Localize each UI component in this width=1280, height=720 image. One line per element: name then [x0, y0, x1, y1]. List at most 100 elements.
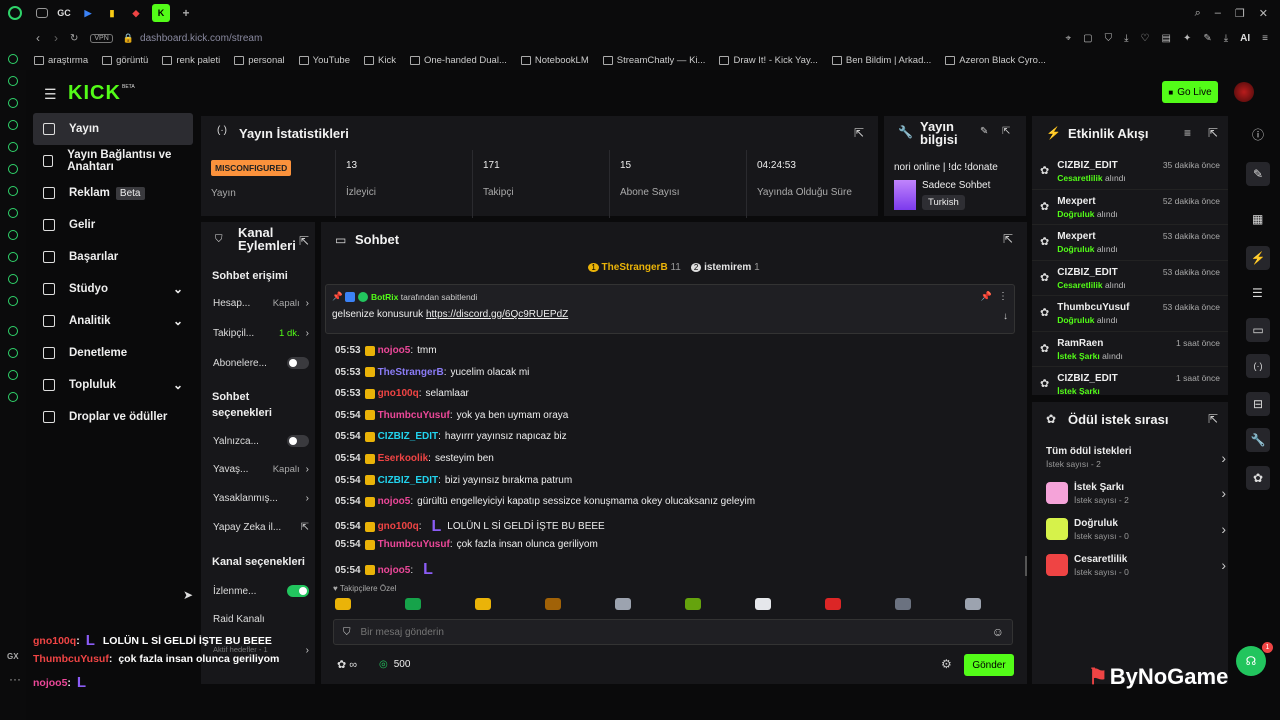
only-toggle[interactable] — [287, 435, 309, 447]
reward-row[interactable]: Doğruluk İstek sayısı - 0 › — [1046, 512, 1226, 546]
sidebar-item[interactable]: Reklam Beta — [33, 177, 193, 209]
snapshot-icon[interactable]: ▢ — [1083, 33, 1092, 44]
menu-icon[interactable]: ≡ — [1262, 33, 1268, 44]
chat-message[interactable]: 05:54 nojoo5: gürültü engelleyiciyi kapatı… — [335, 496, 755, 507]
emote-icon[interactable] — [615, 598, 631, 610]
bookmark-item[interactable]: personal — [234, 55, 285, 66]
send-button[interactable]: Gönder — [964, 654, 1014, 676]
tiktok-icon[interactable] — [8, 252, 18, 262]
chat-message[interactable]: 05:54 CIZBIZ_EDIT: hayırrr yayınsız napıca… — [335, 431, 567, 442]
emote-icon[interactable] — [545, 598, 561, 610]
badge-icon[interactable]: ⛉ — [343, 627, 351, 638]
event-row[interactable]: ✿ Mexpert Doğruluk alındı 53 dakika önce — [1032, 225, 1228, 261]
reward-row[interactable]: İstek Şarkı İstek sayısı - 2 › — [1046, 476, 1226, 510]
emote-icon[interactable] — [685, 598, 701, 610]
ai-button[interactable]: AI — [1240, 33, 1250, 44]
emote-icon[interactable] — [965, 598, 981, 610]
banned-words-row[interactable]: Yasaklanmış... › — [213, 493, 309, 504]
emote-icon[interactable] — [405, 598, 421, 610]
settings-icon[interactable]: ⚙ — [941, 657, 952, 671]
bars-tab-icon[interactable]: ▮ — [104, 5, 120, 21]
emote-icon[interactable] — [895, 598, 911, 610]
expand-icon[interactable]: ↓ — [1003, 311, 1008, 322]
slow-mode-row[interactable]: Yavaş... Kapalı › — [213, 464, 309, 475]
bookmark-item[interactable]: Kick — [364, 55, 396, 66]
event-row[interactable]: ✿ CIZBIZ_EDIT Cesaretlilik alındı 53 dakika… — [1032, 261, 1228, 296]
extensions-icon[interactable]: ✦ — [1183, 33, 1191, 44]
message-user[interactable]: gno100q — [378, 388, 419, 399]
subscriber-toggle[interactable] — [287, 357, 309, 369]
rail-icon[interactable] — [8, 76, 18, 86]
follower-mode-row[interactable]: Takipçil... 1 dk. › — [213, 328, 309, 339]
scrollbar-thumb[interactable] — [1025, 556, 1027, 576]
avatar[interactable] — [1234, 82, 1254, 102]
broadcast-tool-icon[interactable]: (·) — [1246, 354, 1270, 378]
rail-icon[interactable] — [8, 98, 18, 108]
whatsapp-icon[interactable] — [8, 186, 18, 196]
go-live-button[interactable]: ■ Go Live — [1162, 81, 1218, 103]
chat-message[interactable]: 05:53 gno100q: selamlaar — [335, 388, 469, 399]
bookmark-item[interactable]: NotebookLM — [520, 55, 589, 66]
edit-tool-icon[interactable]: ✎ — [1246, 162, 1270, 186]
emoji-icon[interactable]: ☺ — [992, 625, 1004, 639]
sidebar-item[interactable]: Droplar ve ödüller — [33, 401, 193, 433]
chat-message[interactable]: 05:54 nojoo5: L — [335, 561, 439, 579]
vpn-badge[interactable]: VPN — [90, 33, 113, 43]
tab-icon[interactable] — [36, 8, 48, 18]
forward-icon[interactable]: › — [54, 31, 58, 45]
top-chatter-2[interactable]: 2 istemirem 1 — [690, 262, 760, 273]
event-row[interactable]: ✿ ThumbcuYusuf Doğruluk alındı 53 dakika ön… — [1032, 296, 1228, 332]
menu-icon[interactable]: ☰ — [44, 86, 57, 103]
restore-icon[interactable]: ❐ — [1235, 7, 1245, 20]
event-row[interactable]: ✿ CIZBIZ_EDIT İstek Şarkı 1 saat önce — [1032, 367, 1228, 395]
info-icon[interactable]: ⓘ — [1252, 126, 1264, 143]
emote-icon[interactable] — [755, 598, 771, 610]
bookmark-item[interactable]: Azeron Black Cyro... — [945, 55, 1046, 66]
popout-icon[interactable]: ⇱ — [299, 234, 309, 248]
watch-toggle[interactable] — [287, 585, 309, 597]
minimize-icon[interactable]: – — [1215, 7, 1221, 20]
chat-access-row[interactable]: Hesap... Kapalı › — [213, 298, 309, 309]
rail-icon[interactable] — [8, 142, 18, 152]
chat-message[interactable]: 05:53 TheStrangerB: yucelim olacak mi — [335, 367, 529, 378]
sidebar-item[interactable]: Analitik ⌄ — [33, 305, 193, 337]
popout-icon[interactable]: ⇱ — [854, 126, 864, 140]
player-icon[interactable] — [8, 326, 18, 336]
event-row[interactable]: ✿ RamRaen İstek Şarkı alındı 1 saat önce — [1032, 332, 1228, 367]
edit-icon[interactable]: ✎ — [1203, 33, 1211, 44]
x-icon[interactable] — [8, 274, 18, 284]
emote-icon[interactable] — [825, 598, 841, 610]
top-chatter-1[interactable]: 1 TheStrangerB 11 — [588, 262, 681, 273]
search-icon[interactable]: ⌕ — [1195, 7, 1201, 20]
save-icon[interactable]: ⤓ — [1224, 33, 1228, 44]
play-tab-icon[interactable]: ▶ — [80, 5, 96, 21]
chat-message[interactable]: 05:54 ThumbcuYusuf: yok ya ben uymam oraya — [335, 410, 568, 421]
chat-message[interactable]: 05:54 ThumbcuYusuf: çok fazla insan olunca… — [335, 539, 598, 550]
sidebar-item[interactable]: Başarılar — [33, 241, 193, 273]
chat-tool-icon[interactable]: ▭ — [1246, 318, 1270, 342]
filter-icon[interactable]: ≡ — [1184, 126, 1191, 140]
support-chat-button[interactable]: ☊ — [1236, 646, 1266, 676]
message-user[interactable]: nojoo5 — [378, 345, 411, 356]
reward-row[interactable]: Cesaretlilik İstek sayısı - 0 › — [1046, 548, 1226, 582]
bulb-icon[interactable] — [8, 370, 18, 380]
chat-input[interactable]: ⛉ ☺ — [333, 619, 1013, 645]
pin-icon[interactable]: ⌖ — [1066, 33, 1072, 44]
bookmark-item[interactable]: renk paleti — [162, 55, 220, 66]
popout-icon[interactable]: ⇱ — [1002, 126, 1010, 137]
message-user[interactable]: ThumbcuYusuf — [378, 539, 450, 550]
event-row[interactable]: ✿ Mexpert Doğruluk alındı 52 dakika önce — [1032, 190, 1228, 225]
unpin-icon[interactable]: 📌 — [981, 291, 992, 302]
message-user[interactable]: nojoo5 — [378, 496, 411, 507]
opera-logo-icon[interactable] — [8, 6, 22, 20]
loop-icon[interactable]: ✿ ∞ — [337, 658, 357, 671]
download-icon[interactable]: ⤓ — [1124, 33, 1128, 44]
settings-icon[interactable] — [8, 392, 18, 402]
message-user[interactable]: CIZBIZ_EDIT — [378, 475, 439, 486]
bookmark-item[interactable]: Draw It! - Kick Yay... — [719, 55, 818, 66]
all-rewards-row[interactable]: Tüm ödül istekleri İstek sayısı - 2 › — [1046, 446, 1226, 469]
sidebar-item[interactable]: Stüdyo ⌄ — [33, 273, 193, 305]
discord-icon[interactable] — [8, 208, 18, 218]
pinned-link[interactable]: https://discord.gg/6Qc9RUEPdZ — [426, 309, 568, 320]
more-icon[interactable]: ⋮ — [998, 291, 1008, 302]
